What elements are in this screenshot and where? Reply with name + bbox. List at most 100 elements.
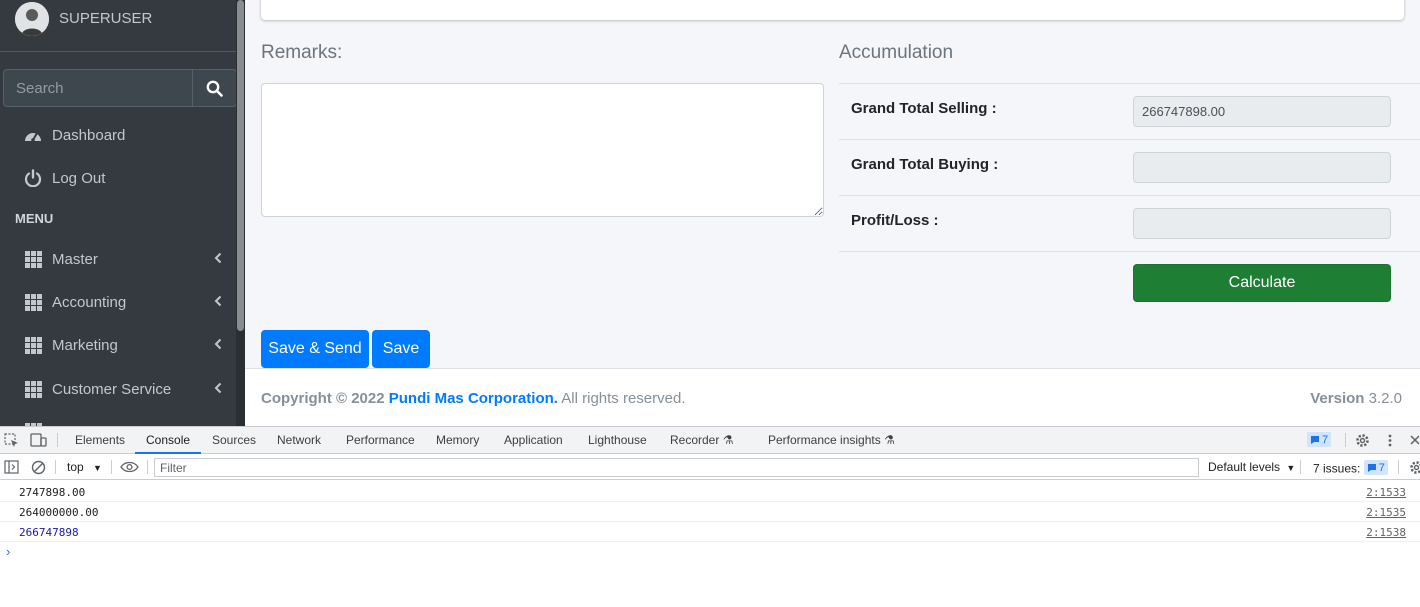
sidebar-item-logout[interactable]: Log Out [8, 159, 236, 197]
tab-sources[interactable]: Sources [212, 427, 256, 454]
dropdown-arrow-icon: ▼ [1286, 463, 1296, 473]
message-icon [1367, 463, 1376, 472]
remarks-textarea[interactable] [261, 83, 824, 217]
sidebar-item-master[interactable]: Master [8, 240, 236, 278]
remarks-label: Remarks: [261, 42, 343, 63]
version: Version 3.2.0 [1310, 390, 1402, 407]
divider [55, 460, 56, 474]
console-message: 266747898 [19, 526, 79, 539]
console-source-link[interactable]: 2:1533 [1366, 486, 1406, 499]
tab-performance[interactable]: Performance [346, 427, 415, 454]
grand-total-selling-row: Grand Total Selling : 266747898.00 [839, 83, 1420, 139]
tab-recorder[interactable]: Recorder ⚗ [670, 427, 733, 454]
more-vertical-icon[interactable] [1386, 433, 1394, 448]
console-log-entry: 2747898.00 2:1533 [0, 482, 1420, 502]
search-button[interactable] [192, 69, 237, 107]
gear-icon[interactable] [1409, 460, 1420, 475]
sidebar-item-partial[interactable] [8, 412, 236, 426]
tab-recorder-label: Recorder [670, 433, 720, 447]
gear-icon[interactable] [1355, 433, 1370, 448]
message-icon [1311, 435, 1319, 444]
sidebar-item-label: Dashboard [52, 126, 126, 144]
divider [57, 433, 58, 447]
issues-badge-count: 7 [1378, 461, 1385, 474]
tab-network[interactable]: Network [277, 427, 321, 454]
log-levels-label: Default levels [1208, 460, 1281, 474]
filter-input[interactable]: Filter [154, 458, 1199, 477]
tab-lighthouse[interactable]: Lighthouse [588, 427, 647, 454]
sidebar-item-label: Log Out [52, 169, 106, 187]
calculate-button[interactable]: Calculate [1133, 264, 1391, 302]
th-icon [22, 334, 44, 356]
log-levels-dropdown[interactable]: Default levels ▼ [1208, 460, 1295, 474]
inspect-element-icon[interactable] [4, 433, 19, 448]
search-icon [206, 80, 223, 97]
divider [111, 460, 112, 474]
context-value: top [67, 460, 84, 474]
version-number: 3.2.0 [1368, 390, 1402, 407]
close-icon[interactable] [1410, 435, 1420, 445]
issues-count: 7 [1322, 433, 1329, 446]
clear-console-icon[interactable] [31, 460, 46, 475]
sidebar-toggle-icon[interactable] [4, 460, 19, 474]
tab-performance-insights[interactable]: Performance insights ⚗ [768, 427, 895, 454]
profit-loss-field[interactable] [1133, 208, 1391, 239]
eye-icon[interactable] [120, 461, 139, 473]
issues-badge: 7 [1363, 460, 1388, 475]
copyright: Copyright © 2022 Pundi Mas Corporation. … [261, 390, 686, 407]
grand-total-buying-label: Grand Total Buying : [851, 156, 999, 173]
menu-header: MENU [15, 211, 54, 226]
app-window: SUPERUSER Dashboard [0, 0, 1420, 426]
sidebar-item-accounting[interactable]: Accounting [8, 283, 236, 321]
th-icon [22, 291, 44, 313]
console-source-link[interactable]: 2:1538 [1366, 526, 1406, 539]
grand-total-buying-field[interactable] [1133, 152, 1391, 183]
tab-memory[interactable]: Memory [436, 427, 479, 454]
console-message: 2747898.00 [19, 486, 86, 499]
copyright-prefix: Copyright © 2022 [261, 390, 385, 407]
power-icon [22, 167, 44, 189]
issues-counter[interactable]: 7 [1307, 432, 1332, 447]
tab-application[interactable]: Application [504, 427, 563, 454]
accumulation-title: Accumulation [839, 42, 954, 63]
search-input[interactable] [3, 69, 192, 107]
scrollbar-thumb[interactable] [237, 0, 244, 331]
tab-elements[interactable]: Elements [75, 427, 125, 454]
console-prompt[interactable]: › [6, 544, 10, 559]
save-send-button[interactable]: Save & Send [261, 330, 369, 368]
profit-loss-label: Profit/Loss : [851, 212, 939, 229]
content-card [261, 0, 1404, 20]
avatar [15, 2, 49, 36]
company-link[interactable]: Pundi Mas Corporation. [389, 390, 558, 407]
devtools-tabbar: Elements Console Sources Network Perform… [0, 427, 1420, 454]
user-panel[interactable]: SUPERUSER [0, 0, 236, 52]
th-icon [22, 248, 44, 270]
console-log-entry: 264000000.00 2:1535 [0, 502, 1420, 522]
sidebar-scrollbar[interactable] [236, 0, 245, 426]
issues-label: 7 issues: [1313, 461, 1361, 476]
tachometer-icon [22, 124, 44, 146]
flask-icon: ⚗ [884, 433, 895, 447]
main-content: Remarks: Accumulation Grand Total Sellin… [245, 0, 1420, 426]
version-label: Version [1310, 390, 1365, 407]
divider [1398, 460, 1399, 474]
context-selector[interactable]: top ▼ [67, 460, 102, 474]
console-log-entry: 266747898 2:1538 [0, 522, 1420, 542]
grand-total-selling-field[interactable]: 266747898.00 [1133, 96, 1391, 127]
chevron-left-icon [214, 338, 222, 350]
footer: Copyright © 2022 Pundi Mas Corporation. … [245, 368, 1420, 426]
sidebar-item-label: Marketing [52, 336, 118, 354]
console-source-link[interactable]: 2:1535 [1366, 506, 1406, 519]
dropdown-arrow-icon: ▼ [93, 463, 102, 473]
save-button[interactable]: Save [372, 330, 430, 368]
issues-link[interactable]: 7 issues: 7 [1313, 460, 1388, 476]
tab-console[interactable]: Console [135, 427, 202, 454]
device-toolbar-icon[interactable] [30, 433, 47, 448]
grand-total-buying-row: Grand Total Buying : [839, 139, 1420, 195]
divider [1300, 460, 1301, 474]
sidebar-item-marketing[interactable]: Marketing [8, 326, 236, 364]
sidebar-item-dashboard[interactable]: Dashboard [8, 116, 236, 154]
sidebar-item-customer-service[interactable]: Customer Service [8, 370, 236, 408]
user-name[interactable]: SUPERUSER [59, 10, 152, 27]
sidebar-item-label: Master [52, 250, 98, 268]
